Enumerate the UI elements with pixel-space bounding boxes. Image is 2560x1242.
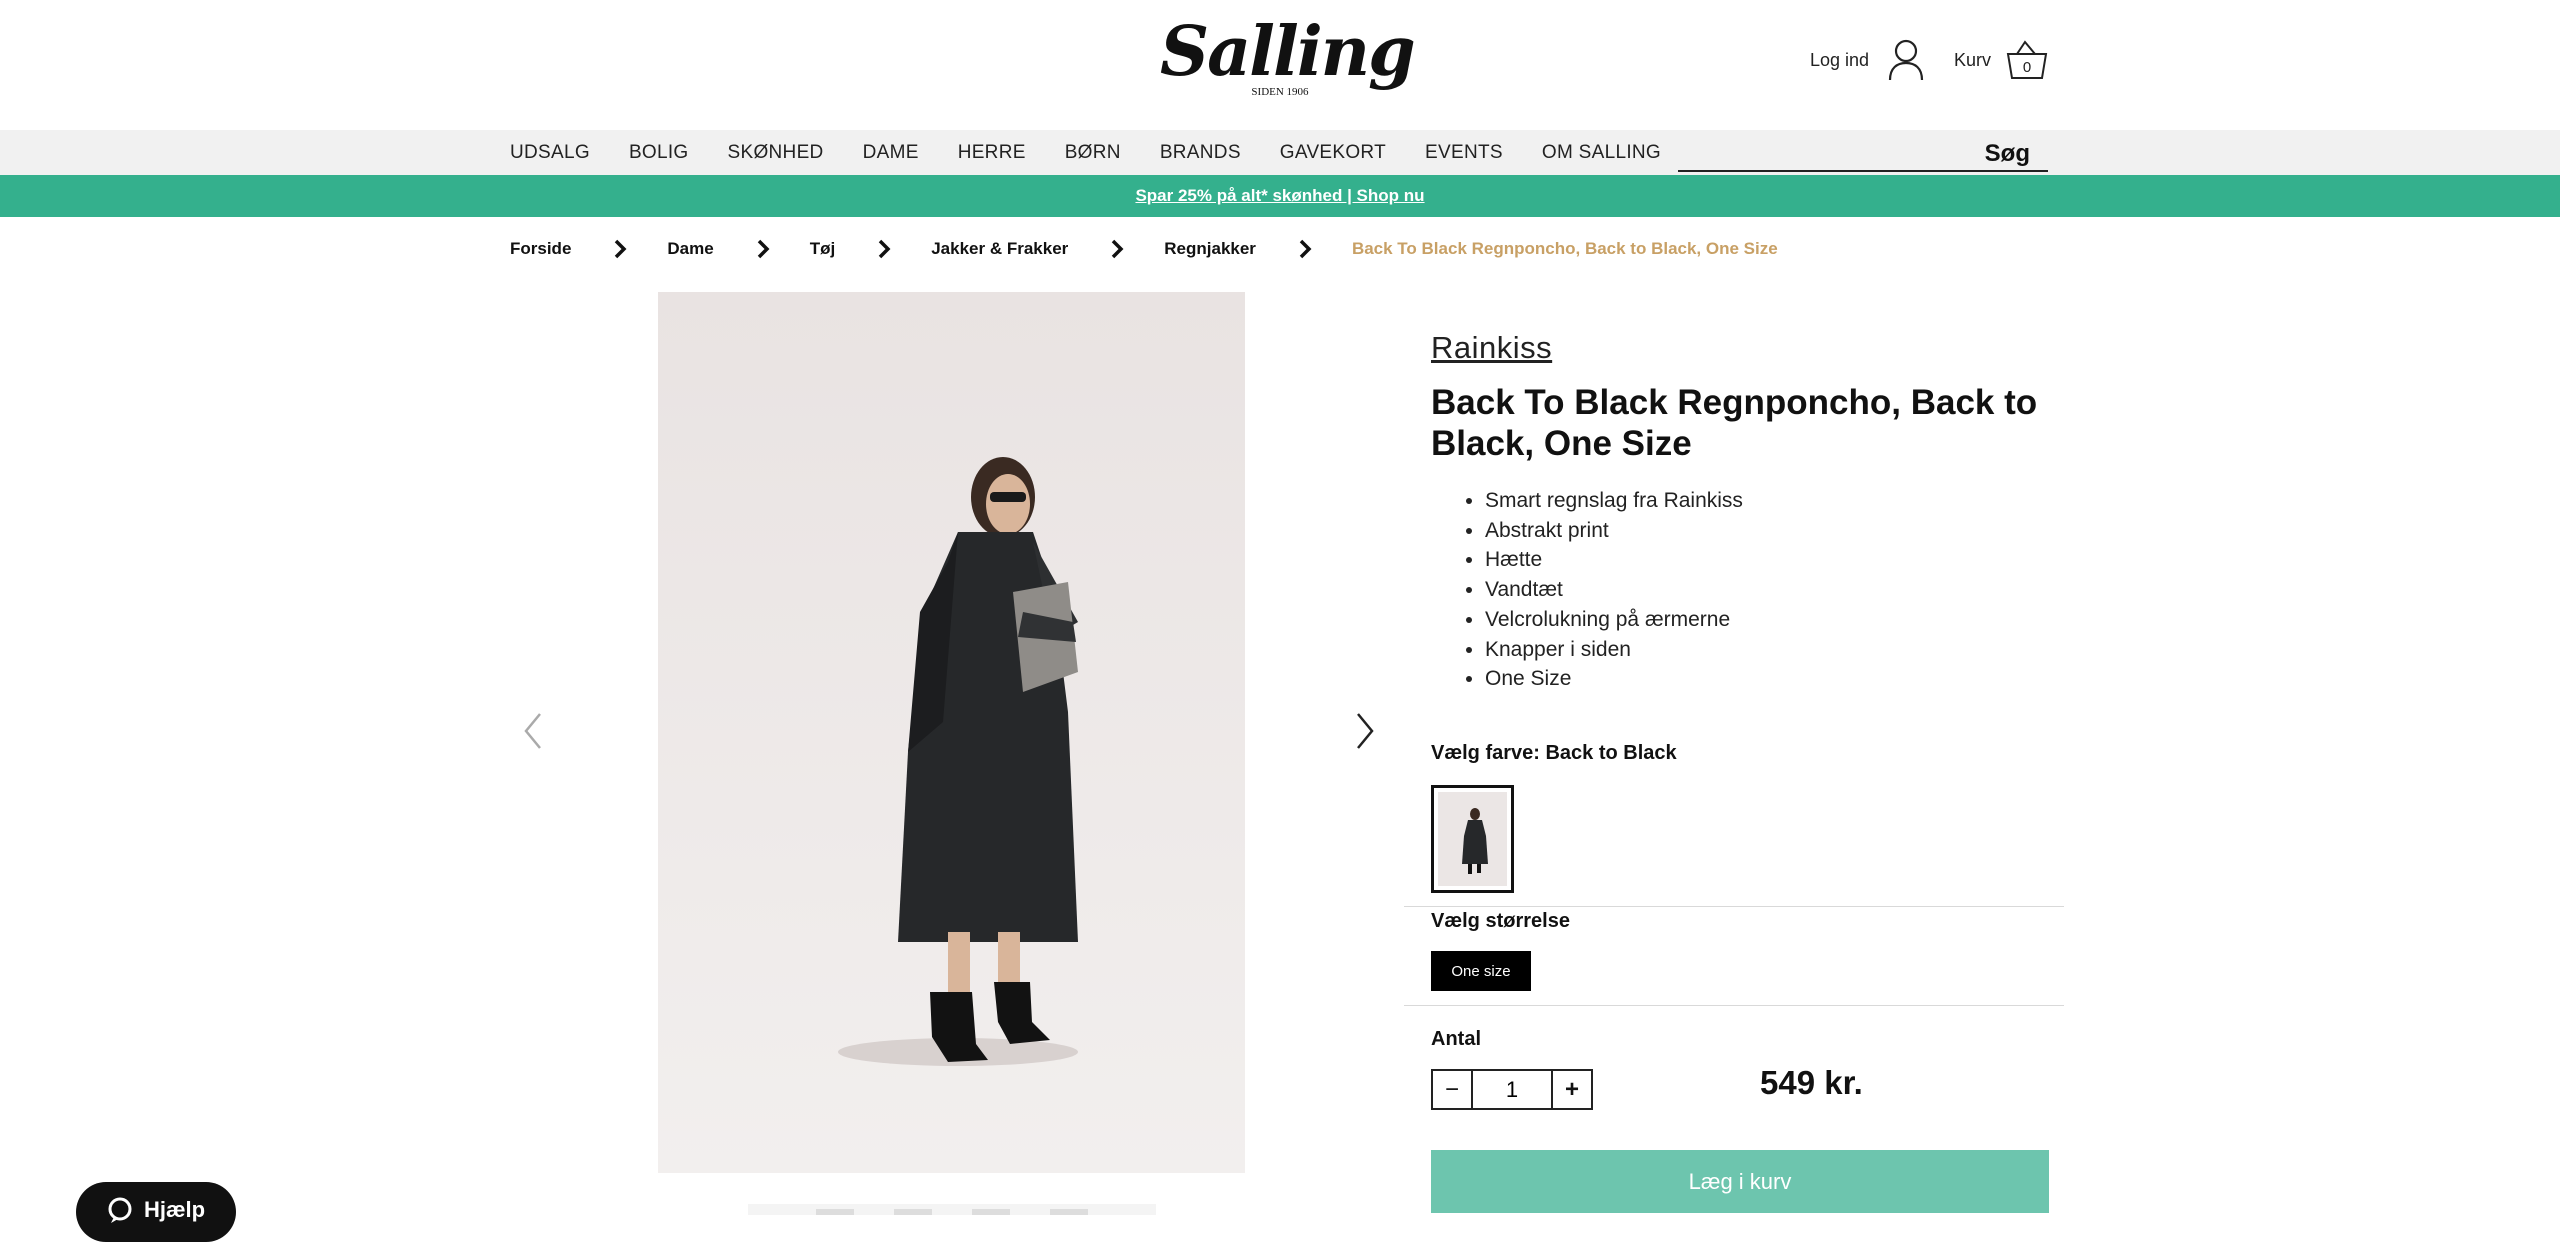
salling-logo[interactable]: Salling SIDEN 1906 — [1160, 12, 1416, 104]
chevron-right-icon — [878, 239, 891, 259]
cart-count: 0 — [2022, 59, 2032, 76]
thumbnail-4[interactable] — [1050, 1209, 1088, 1215]
feature-item: Vandtæt — [1485, 575, 1743, 605]
breadcrumb-item-dame[interactable]: Dame — [667, 239, 713, 259]
breadcrumb-item-regnjakker[interactable]: Regnjakker — [1164, 239, 1256, 259]
login-link[interactable]: Log ind — [1810, 38, 1925, 82]
basket-icon: 0 — [2005, 38, 2049, 82]
nav-item-born[interactable]: BØRN — [1065, 142, 1121, 164]
nav-item-events[interactable]: EVENTS — [1425, 142, 1503, 164]
brand-link[interactable]: Rainkiss — [1431, 330, 1552, 366]
product-photo-model — [658, 292, 1245, 1173]
thumbnail-1[interactable] — [816, 1209, 854, 1215]
site-header: Salling SIDEN 1906 Log ind Kurv 0 — [0, 0, 2560, 130]
size-option-one-size[interactable]: One size — [1431, 951, 1531, 991]
chevron-right-icon — [1299, 239, 1312, 259]
size-label: Vælg størrelse — [1431, 910, 1570, 932]
gallery-next-arrow-icon[interactable] — [1350, 706, 1380, 756]
breadcrumb-current: Back To Black Regnponcho, Back to Black,… — [1351, 239, 1778, 258]
breadcrumb-item-forside[interactable]: Forside — [510, 239, 571, 259]
logo-subtitle: SIDEN 1906 — [1251, 86, 1309, 98]
swatch-thumbnail — [1438, 792, 1507, 886]
chevron-right-icon — [615, 239, 627, 259]
nav-item-dame[interactable]: DAME — [863, 142, 919, 164]
chevron-right-icon — [1112, 239, 1124, 259]
login-label: Log ind — [1810, 49, 1870, 70]
feature-item: One Size — [1485, 664, 1743, 694]
nav-item-udsalg[interactable]: UDSALG — [510, 142, 590, 164]
breadcrumb-item-jakker-frakker[interactable]: Jakker & Frakker — [931, 239, 1068, 259]
nav-item-brands[interactable]: BRANDS — [1160, 142, 1241, 164]
quantity-stepper: − + — [1431, 1069, 1593, 1110]
thumbnail-2[interactable] — [894, 1209, 932, 1215]
nav-item-skonhed[interactable]: SKØNHED — [728, 142, 824, 164]
quantity-input[interactable] — [1473, 1071, 1551, 1108]
logo-wordmark: Salling — [1160, 12, 1416, 92]
cart-link[interactable]: Kurv 0 — [1954, 38, 2049, 82]
breadcrumb-item-toj[interactable]: Tøj — [810, 239, 836, 259]
quantity-increase-button[interactable]: + — [1551, 1071, 1591, 1108]
cart-label: Kurv — [1954, 49, 1992, 70]
product-image[interactable] — [658, 292, 1245, 1173]
product-price: 549 kr. — [1760, 1064, 1863, 1101]
thumbnail-strip — [748, 1204, 1156, 1215]
nav-items: UDSALG BOLIG SKØNHED DAME HERRE BØRN BRA… — [510, 130, 1700, 175]
search-bar: Søg — [1678, 134, 2048, 172]
chat-icon — [108, 1197, 132, 1223]
main-nav: UDSALG BOLIG SKØNHED DAME HERRE BØRN BRA… — [0, 130, 2560, 175]
feature-item: Knapper i siden — [1485, 635, 1743, 665]
nav-item-om-salling[interactable]: OM SALLING — [1542, 142, 1661, 164]
promo-banner: Spar 25% på alt* skønhed | Shop nu — [0, 175, 2560, 217]
feature-item: Abstrakt print — [1485, 516, 1743, 546]
divider — [1404, 1005, 2064, 1006]
breadcrumb: Forside Dame Tøj Jakker & Frakker Regnja… — [510, 232, 1778, 266]
chevron-right-icon — [757, 239, 770, 259]
search-input[interactable] — [1678, 134, 1968, 170]
divider — [1404, 906, 2064, 907]
feature-item: Smart regnslag fra Rainkiss — [1485, 486, 1743, 516]
user-icon — [1888, 39, 1924, 81]
product-title: Back To Black Regnponcho, Back to Black,… — [1431, 383, 2038, 463]
nav-item-gavekort[interactable]: GAVEKORT — [1280, 142, 1386, 164]
color-swatch-back-to-black[interactable] — [1431, 785, 1514, 893]
help-label: Hjælp — [144, 1197, 206, 1222]
thumbnail-3[interactable] — [972, 1209, 1010, 1215]
feature-list: Smart regnslag fra Rainkiss Abstrakt pri… — [1485, 486, 1743, 694]
promo-link[interactable]: Spar 25% på alt* skønhed | Shop nu — [1135, 186, 1424, 206]
quantity-decrease-button[interactable]: − — [1433, 1071, 1473, 1108]
search-button[interactable]: Søg — [1985, 140, 2030, 168]
nav-item-herre[interactable]: HERRE — [958, 142, 1026, 164]
quantity-label: Antal — [1431, 1028, 1481, 1050]
nav-item-bolig[interactable]: BOLIG — [629, 142, 689, 164]
gallery-prev-arrow-icon[interactable] — [518, 706, 548, 756]
add-to-cart-button[interactable]: Læg i kurv — [1431, 1150, 2049, 1213]
feature-item: Velcrolukning på ærmerne — [1485, 605, 1743, 635]
feature-item: Hætte — [1485, 545, 1743, 575]
help-button[interactable]: Hjælp — [76, 1182, 236, 1242]
color-label: Vælg farve: Back to Black — [1431, 742, 1677, 764]
